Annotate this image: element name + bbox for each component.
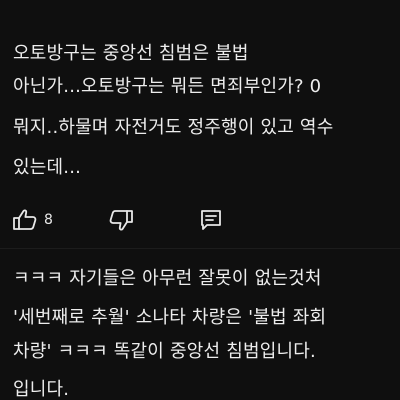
comment-text-line: '세번째로 추월' 소나타 차량은 '불법 좌회 [13,307,327,328]
comment-2: ㅋㅋㅋ 자기들은 아무런 잘못이 없는것처 '세번째로 추월' 소나타 차량은 … [0,0,400,400]
comment-text-line: 차량' ㅋㅋㅋ 똑같이 중앙선 침범입니다. [13,341,316,362]
comment-text-line: 입니다. [13,379,70,400]
comment-text-line: ㅋㅋㅋ 자기들은 아무런 잘못이 없는것처 [13,268,322,289]
